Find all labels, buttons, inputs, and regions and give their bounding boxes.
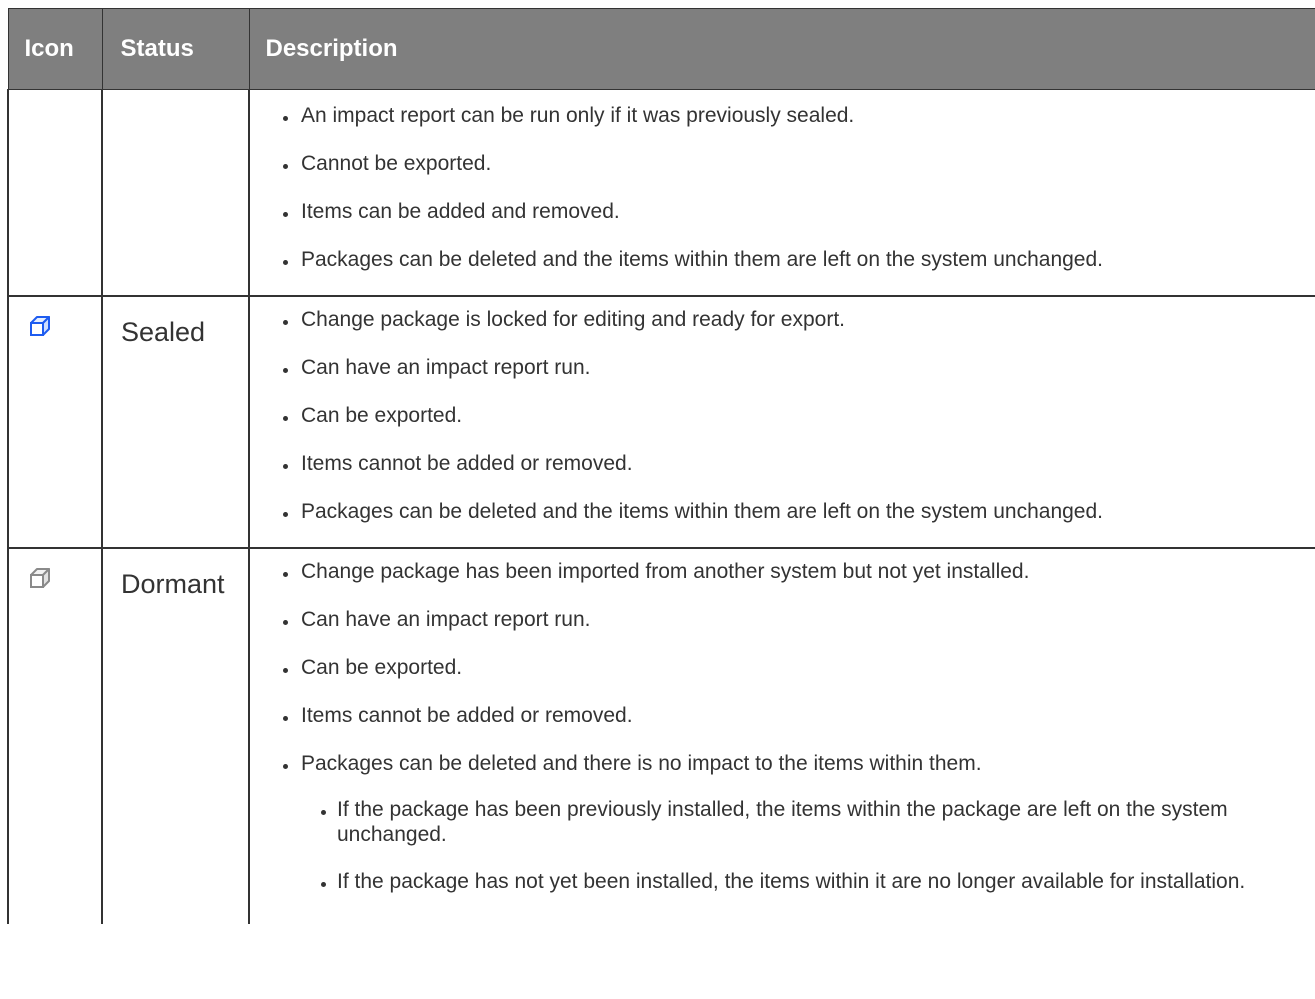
blue-package-cube-icon	[28, 315, 52, 337]
package-status-table: Icon Status Description An impact report…	[7, 8, 1315, 924]
table-header: Icon Status Description	[7, 8, 1315, 90]
list-item: Can be exported.	[250, 655, 1315, 681]
list-item: Can be exported.	[250, 403, 1315, 429]
list-item: Packages can be deleted and the items wi…	[250, 247, 1315, 273]
description-list: Change package is locked for editing and…	[250, 297, 1315, 547]
list-item: Can have an impact report run.	[250, 355, 1315, 381]
description-list: An impact report can be run only if it w…	[250, 90, 1315, 295]
column-header-icon: Icon	[7, 8, 103, 90]
gray-package-cube-icon	[28, 567, 52, 589]
description-list: Change package has been imported from an…	[250, 549, 1315, 924]
list-item: Items can be added and removed.	[250, 199, 1315, 225]
icon-cell	[7, 548, 103, 924]
icon-cell	[7, 89, 103, 297]
list-item: Cannot be exported.	[250, 151, 1315, 177]
status-cell: Dormant	[101, 548, 250, 924]
list-item: Change package has been imported from an…	[250, 559, 1315, 585]
list-item: Change package is locked for editing and…	[250, 307, 1315, 333]
list-item: Items cannot be added or removed.	[250, 451, 1315, 477]
sub-list-item: If the package has not yet been installe…	[301, 869, 1315, 894]
list-item: Can have an impact report run.	[250, 607, 1315, 633]
list-item: Packages can be deleted and the items wi…	[250, 499, 1315, 525]
table-row-dormant: Dormant Change package has been imported…	[7, 548, 1315, 924]
list-item: Items cannot be added or removed.	[250, 703, 1315, 729]
list-item-text: Packages can be deleted and there is no …	[301, 752, 982, 775]
column-header-description: Description	[248, 8, 1315, 90]
description-cell: Change package has been imported from an…	[248, 548, 1315, 924]
list-item: An impact report can be run only if it w…	[250, 103, 1315, 129]
header-row: Icon Status Description	[7, 8, 1315, 90]
column-header-status: Status	[101, 8, 250, 90]
table-row: An impact report can be run only if it w…	[7, 89, 1315, 297]
sub-list-item: If the package has been previously insta…	[301, 797, 1315, 847]
table-row-sealed: Sealed Change package is locked for edit…	[7, 296, 1315, 549]
description-cell: An impact report can be run only if it w…	[248, 89, 1315, 297]
icon-cell	[7, 296, 103, 549]
list-item-with-subitems: Packages can be deleted and there is no …	[250, 751, 1315, 894]
sub-list: If the package has been previously insta…	[301, 797, 1315, 894]
status-cell	[101, 89, 250, 297]
status-cell: Sealed	[101, 296, 250, 549]
description-cell: Change package is locked for editing and…	[248, 296, 1315, 549]
